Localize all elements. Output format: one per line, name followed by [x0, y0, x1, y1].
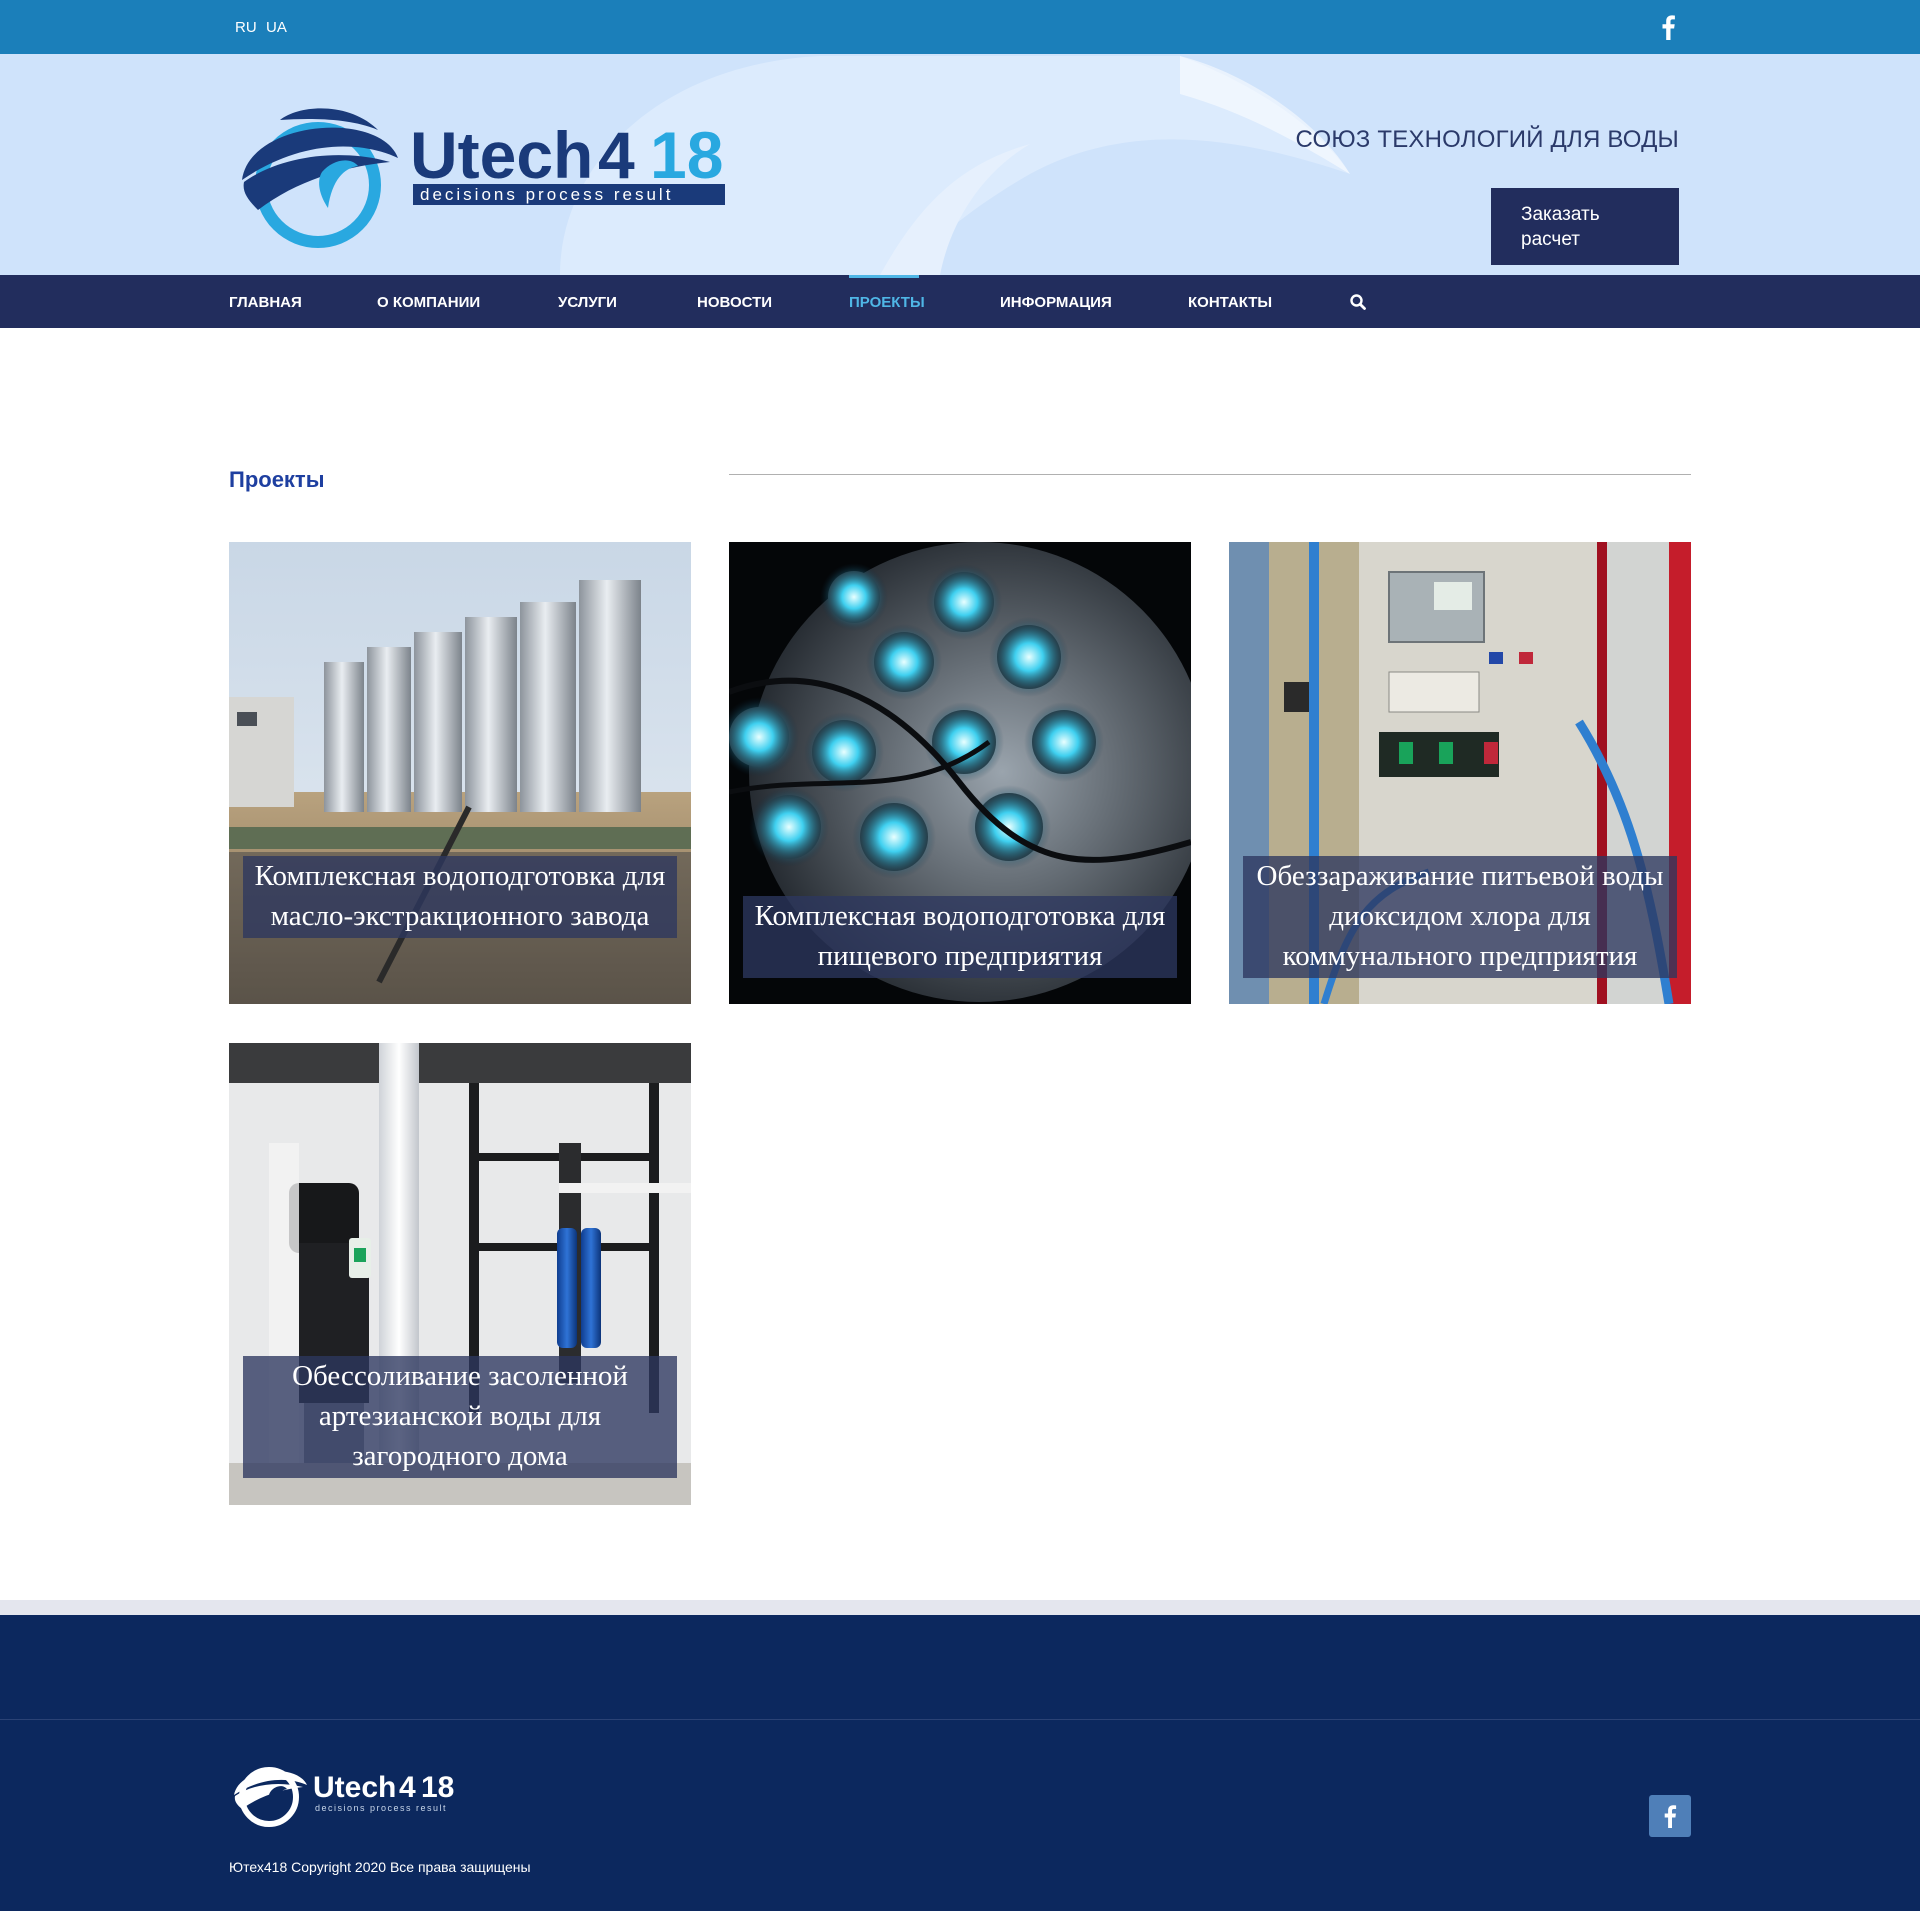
project-title[interactable]: Обессоливание засоленной артезианской во…: [243, 1356, 677, 1478]
footer-separator: [0, 1600, 1920, 1615]
footer-logo[interactable]: Utech 4 18 decisions process result: [233, 1759, 463, 1829]
site-tagline: СОЮЗ ТЕХНОЛОГИЙ ДЛЯ ВОДЫ: [1295, 126, 1679, 153]
project-title[interactable]: Комплексная водоподготовка для пищевого …: [743, 896, 1177, 978]
project-card[interactable]: Обеззараживание питьевой воды диоксидом …: [1229, 542, 1691, 1004]
nav-item-news[interactable]: НОВОСТИ: [697, 294, 772, 311]
footer-divider: [0, 1719, 1920, 1720]
language-ru-link[interactable]: RU: [235, 19, 257, 36]
site-footer: Utech 4 18 decisions process result Ютех…: [0, 1615, 1920, 1911]
footer-logo-slogan: decisions process result: [315, 1803, 447, 1813]
nav-active-indicator: [849, 275, 919, 278]
logo-text: Utech: [410, 118, 593, 192]
page-title: Проекты: [229, 467, 325, 492]
language-ua-link[interactable]: UA: [266, 19, 287, 36]
title-divider: [729, 474, 1691, 475]
footer-logo-number-a: 4: [399, 1771, 416, 1804]
facebook-icon[interactable]: [1658, 14, 1678, 40]
logo-number-a: 4: [598, 118, 635, 192]
nav-item-services[interactable]: УСЛУГИ: [558, 294, 617, 311]
project-card[interactable]: Комплексная водоподготовка для пищевого …: [729, 542, 1191, 1004]
search-icon[interactable]: [1349, 293, 1367, 311]
footer-logo-text: Utech: [313, 1771, 396, 1804]
footer-logo-number-b: 18: [421, 1771, 454, 1804]
project-card[interactable]: Обессоливание засоленной артезианской во…: [229, 1043, 691, 1505]
facebook-icon: [1664, 1805, 1677, 1828]
order-calculation-button[interactable]: Заказать расчет: [1491, 188, 1679, 265]
logo-slogan: decisions process result: [420, 185, 673, 204]
nav-item-about[interactable]: О КОМПАНИИ: [377, 294, 480, 311]
site-header: Utech 4 18 decisions process result СОЮЗ…: [0, 54, 1920, 275]
copyright-text: Ютех418 Copyright 2020 Все права защищен…: [229, 1859, 531, 1875]
logo-number-b: 18: [650, 118, 723, 192]
nav-item-info[interactable]: ИНФОРМАЦИЯ: [1000, 294, 1112, 311]
main-navigation: ГЛАВНАЯ О КОМПАНИИ УСЛУГИ НОВОСТИ ПРОЕКТ…: [0, 275, 1920, 328]
nav-item-contacts[interactable]: КОНТАКТЫ: [1188, 294, 1272, 311]
nav-item-projects[interactable]: ПРОЕКТЫ: [849, 294, 925, 311]
nav-item-home[interactable]: ГЛАВНАЯ: [229, 294, 302, 311]
project-title[interactable]: Обеззараживание питьевой воды диоксидом …: [1243, 856, 1677, 978]
utech-logo[interactable]: Utech 4 18 decisions process result: [240, 100, 730, 250]
footer-facebook-button[interactable]: [1649, 1795, 1691, 1837]
project-title[interactable]: Комплексная водоподготовка для масло-экс…: [243, 856, 677, 938]
project-card[interactable]: Комплексная водоподготовка для масло-экс…: [229, 542, 691, 1004]
top-bar: RU UA: [0, 0, 1920, 54]
